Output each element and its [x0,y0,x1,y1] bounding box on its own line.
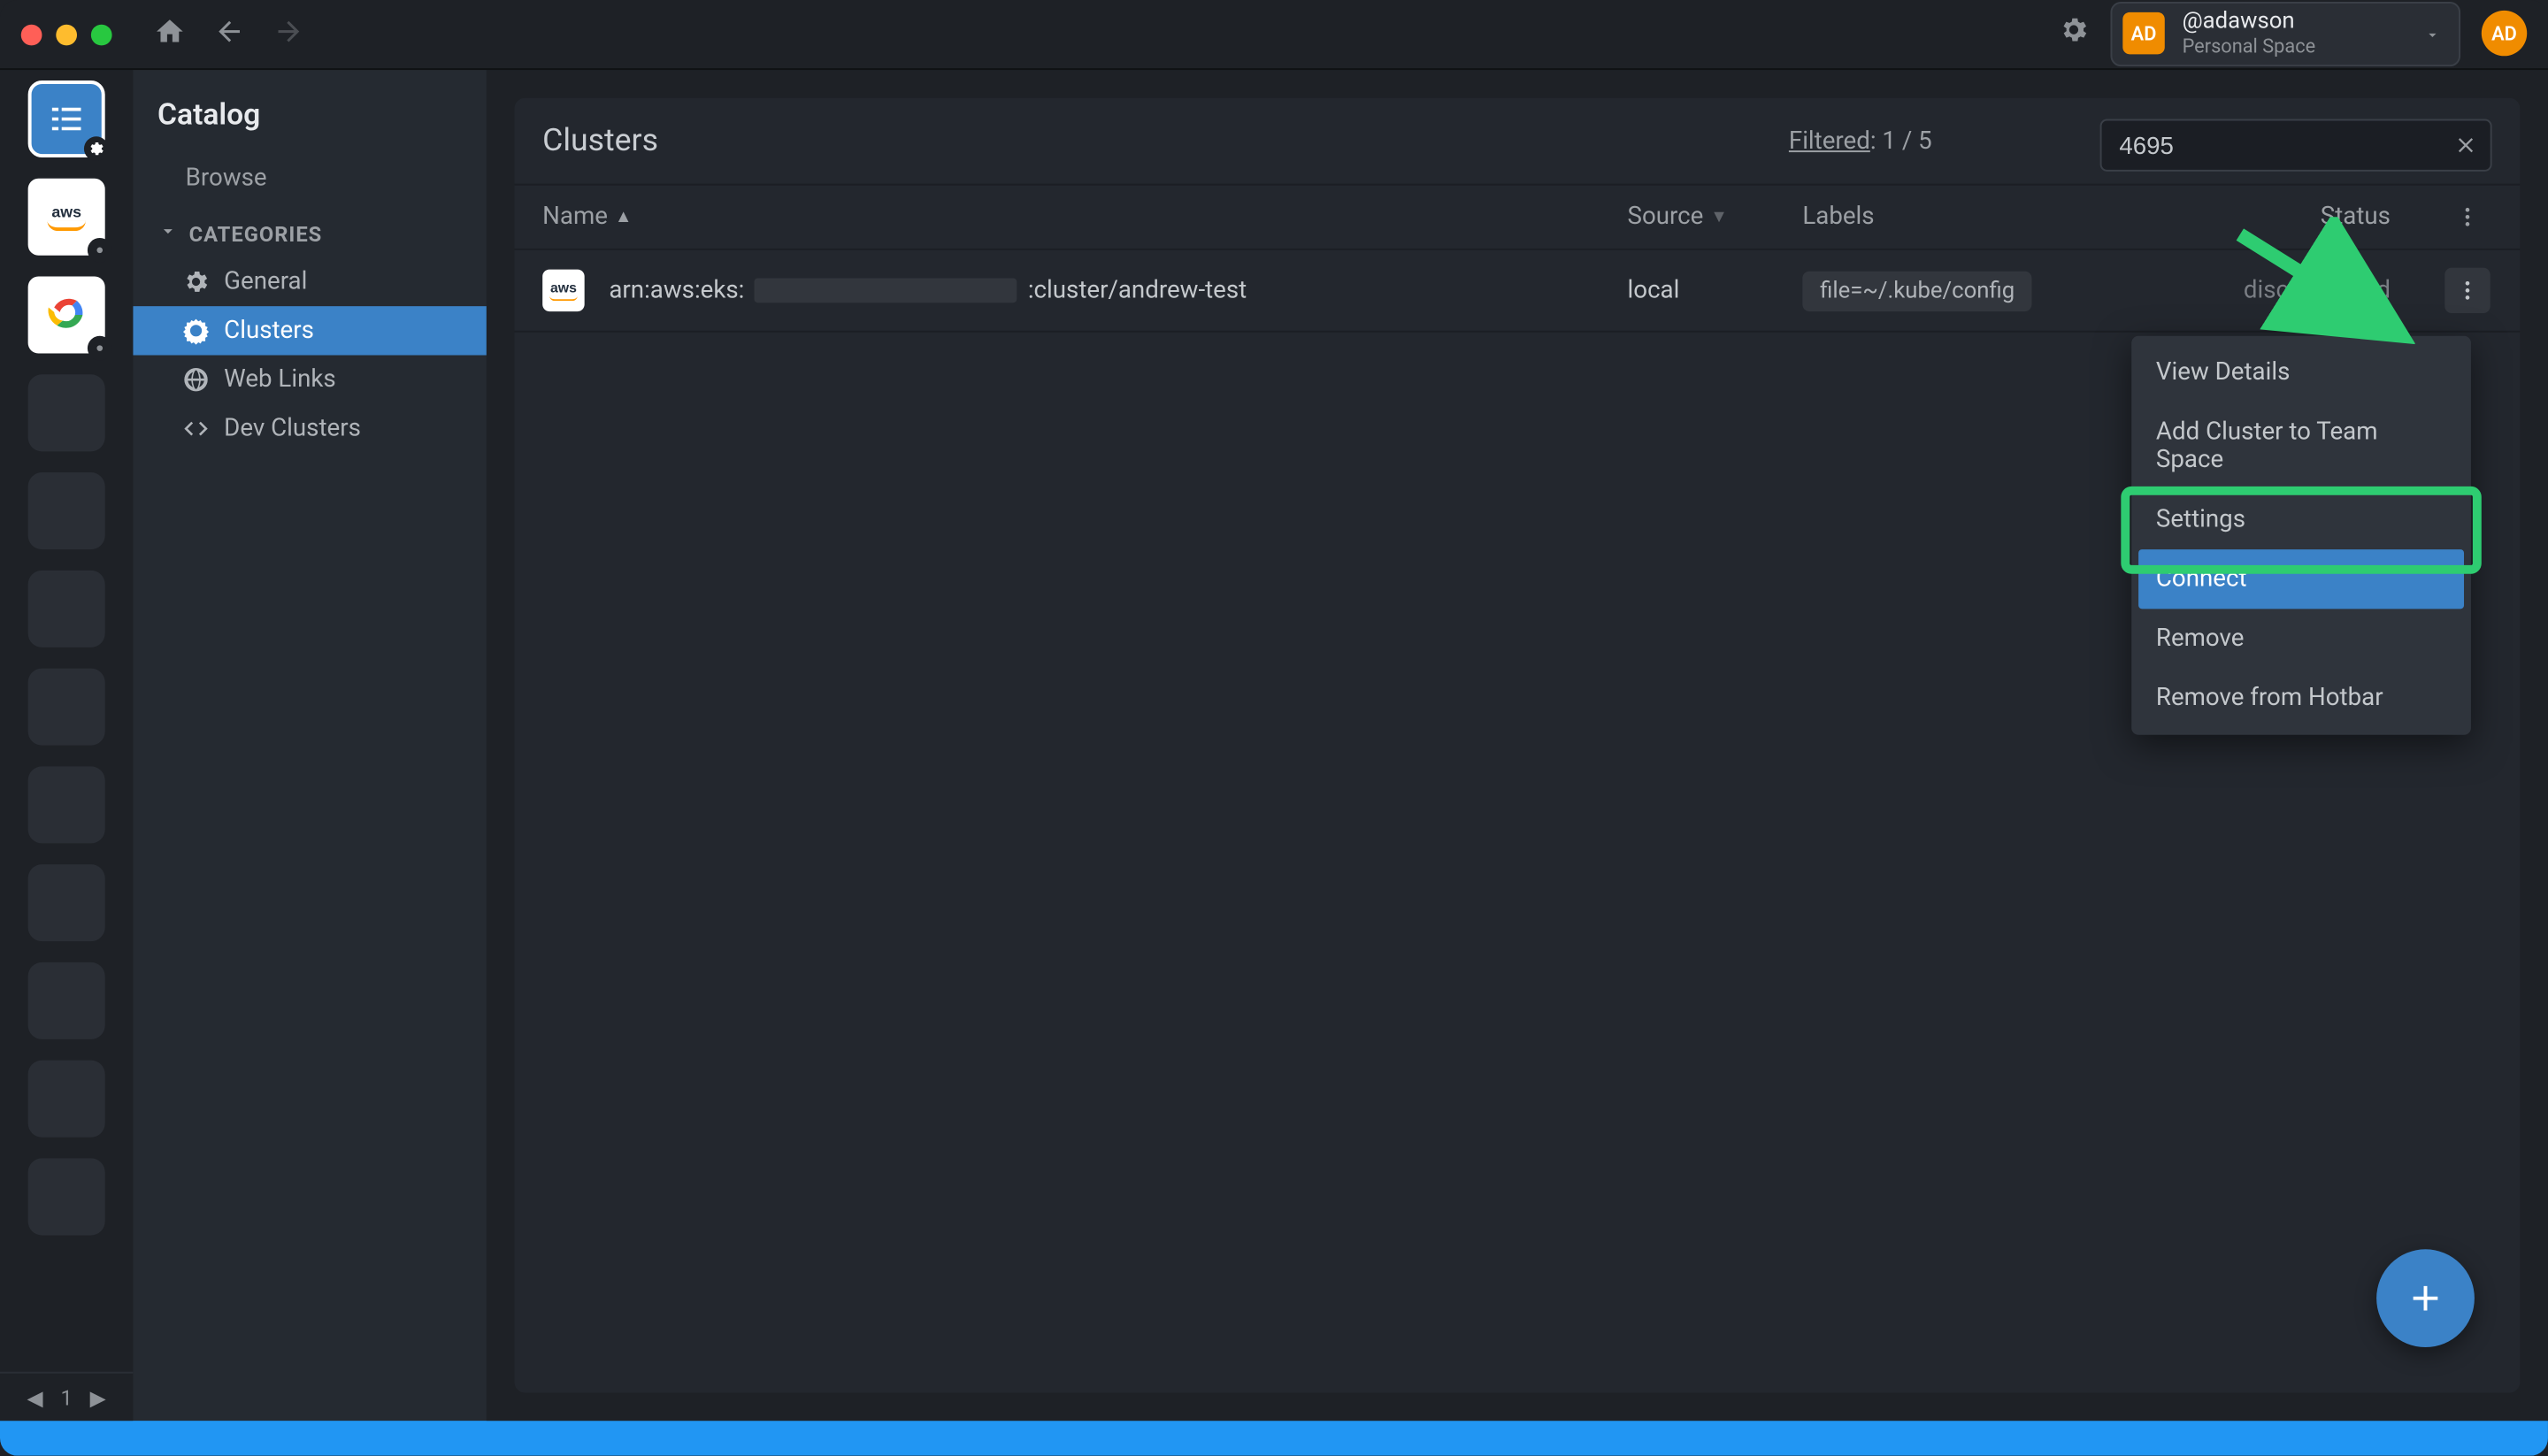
cluster-status: disconnected [2244,277,2391,305]
hotbar-empty-slot[interactable] [28,1061,105,1138]
close-window-button[interactable] [21,24,42,45]
chevron-down-icon [2424,18,2442,51]
hotbar-empty-slot[interactable] [28,472,105,549]
user-space: Personal Space [2183,36,2316,57]
cluster-source: local [1628,277,1803,305]
hotbar-empty-slot[interactable] [28,766,105,843]
sidebar-item-label: General [224,268,307,296]
hotbar-empty-slot[interactable] [28,571,105,648]
sort-icon: ▼ [1710,207,1728,226]
sidebar-item-clusters[interactable]: Clusters [133,306,487,355]
context-menu: View Details Add Cluster to Team Space S… [2131,336,2471,735]
sidebar-item-label: Clusters [224,317,314,345]
sort-asc-icon: ▲ [615,207,633,226]
user-avatar-small: AD [2122,13,2164,55]
gear-badge-icon [88,238,112,263]
user-switcher[interactable]: AD @adawson Personal Space [2110,3,2460,66]
column-status[interactable]: Status [2240,203,2443,231]
sidebar-item-general[interactable]: General [133,257,487,306]
hotbar: aws ◀ 1 ▶ [0,70,133,1421]
search-input[interactable] [2100,119,2492,172]
column-name[interactable]: Name▲ [542,203,1627,231]
hotbar-empty-slot[interactable] [28,1158,105,1235]
sidebar-title: Catalog [133,95,487,154]
column-labels[interactable]: Labels [1802,203,2240,231]
gear-badge-icon [84,136,109,161]
gear-icon [182,268,211,296]
add-fab-button[interactable] [2376,1249,2475,1347]
label-chip[interactable]: file=~/.kube/config [1802,271,2032,310]
menu-settings[interactable]: Settings [2131,490,2471,549]
sidebar-section-categories[interactable]: CATEGORIES [133,203,487,257]
menu-view-details[interactable]: View Details [2131,343,2471,402]
table-header: Name▲ Source▼ Labels Status [515,184,2521,250]
code-icon [182,415,211,443]
home-icon[interactable] [154,15,186,54]
menu-remove[interactable]: Remove [2131,609,2471,668]
back-icon[interactable] [213,15,245,54]
maximize-window-button[interactable] [91,24,112,45]
user-avatar[interactable]: AD [2482,11,2527,57]
table-row[interactable]: aws arn:aws:eks: :cluster/andrew-test loc… [515,250,2521,333]
sidebar-browse[interactable]: Browse [133,154,487,203]
hotbar-prev-icon[interactable]: ◀ [27,1385,42,1410]
hotbar-empty-slot[interactable] [28,962,105,1039]
status-bar [0,1421,2548,1456]
globe-icon [182,365,211,394]
hotbar-pager: ◀ 1 ▶ [0,1372,133,1421]
page-title: Clusters [542,122,658,159]
clear-search-icon[interactable] [2450,129,2482,161]
hotbar-aws-cluster[interactable]: aws [28,179,105,256]
cluster-name-suffix: :cluster/andrew-test [1028,277,1247,305]
redacted-text [755,279,1017,303]
gear-badge-icon [88,336,112,361]
hotbar-empty-slot[interactable] [28,374,105,451]
hotbar-page-number: 1 [60,1385,72,1410]
filter-summary[interactable]: Filtered: 1 / 5 [1789,126,1932,155]
menu-connect[interactable]: Connect [2138,549,2464,609]
titlebar: AD @adawson Personal Space AD [0,0,2548,70]
sidebar: Catalog Browse CATEGORIES General Cluste… [133,70,487,1421]
column-source[interactable]: Source▼ [1628,203,1803,231]
sidebar-item-weblinks[interactable]: Web Links [133,356,487,404]
forward-icon[interactable] [273,15,305,54]
window-controls [21,24,112,45]
hotbar-next-icon[interactable]: ▶ [90,1385,106,1410]
sidebar-item-label: Dev Clusters [224,415,361,443]
settings-icon[interactable] [2058,15,2090,54]
main-content: Clusters Filtered: 1 / 5 Name▲ Source▼ L… [487,70,2548,1421]
user-name: @adawson [2183,11,2316,35]
chevron-down-icon [157,220,179,247]
hotbar-empty-slot[interactable] [28,669,105,746]
menu-add-to-team[interactable]: Add Cluster to Team Space [2131,402,2471,490]
minimize-window-button[interactable] [56,24,77,45]
hotbar-catalog[interactable] [28,80,105,157]
helm-icon [182,317,211,345]
sidebar-item-label: Web Links [224,365,336,394]
aws-icon: aws [542,270,584,311]
menu-remove-hotbar[interactable]: Remove from Hotbar [2131,669,2471,728]
cluster-name-prefix: arn:aws:eks: [609,277,744,305]
sidebar-item-devclusters[interactable]: Dev Clusters [133,404,487,453]
row-menu-button[interactable] [2444,268,2490,313]
hotbar-gcp-cluster[interactable] [28,277,105,354]
hotbar-empty-slot[interactable] [28,864,105,941]
column-menu[interactable] [2443,204,2491,229]
